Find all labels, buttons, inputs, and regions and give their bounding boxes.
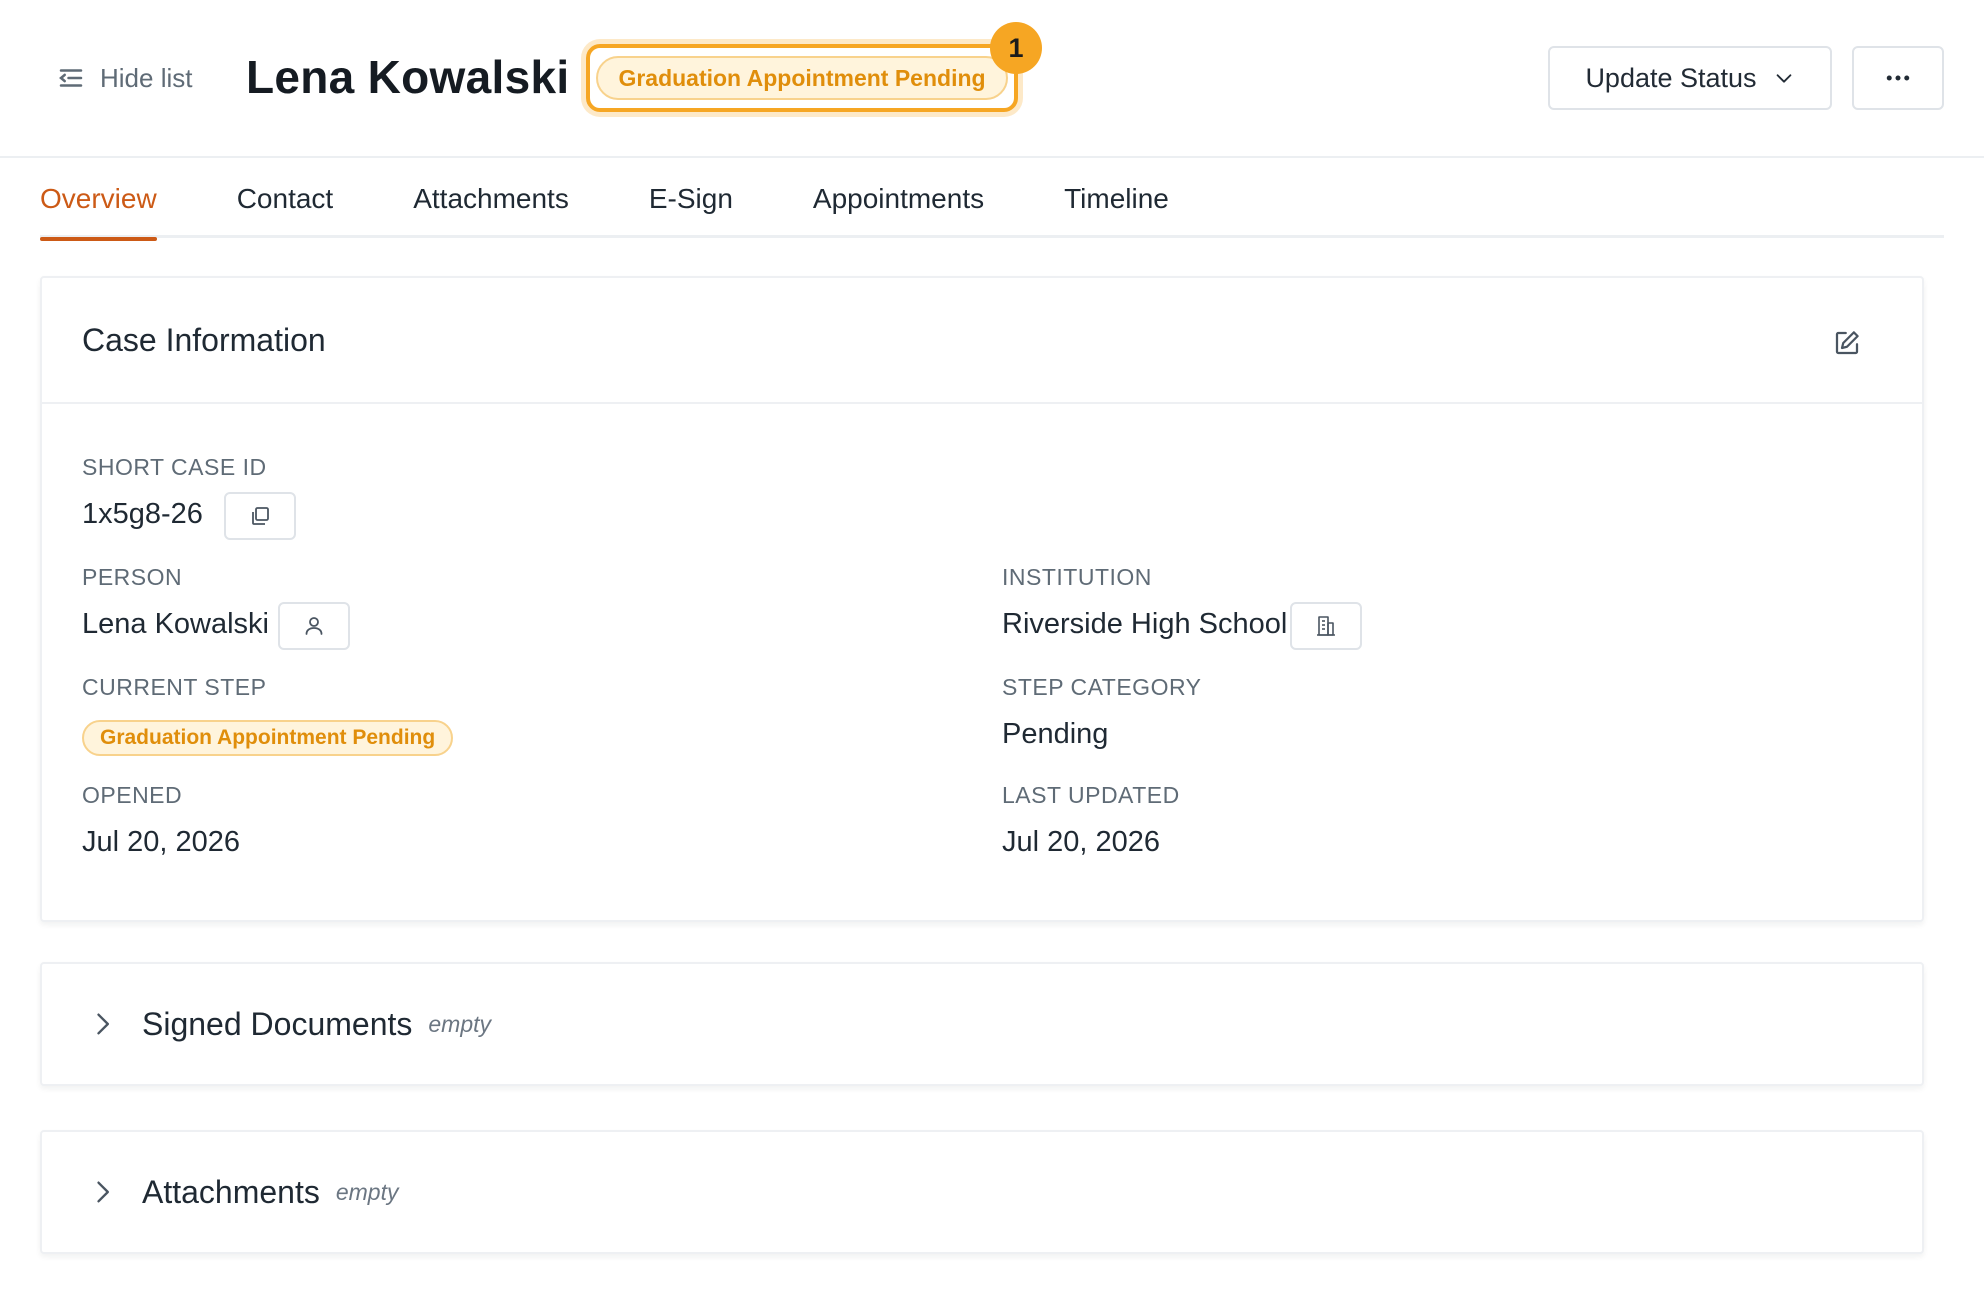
- chevron-right-icon: [97, 1181, 110, 1203]
- signed-documents-title: Signed Documents: [142, 1005, 413, 1042]
- ellipsis-icon: [1886, 75, 1910, 81]
- tab-appointments[interactable]: Appointments: [813, 160, 984, 238]
- tab-timeline[interactable]: Timeline: [1064, 160, 1169, 238]
- list-collapse-icon: [59, 69, 83, 87]
- opened-value: Jul 20, 2026: [82, 826, 241, 858]
- building-icon: [1317, 616, 1335, 636]
- current-step-badge: Graduation Appointment Pending: [82, 720, 454, 756]
- attachments-section[interactable]: Attachments empty: [40, 1130, 1924, 1254]
- signed-documents-empty-label: empty: [428, 1010, 492, 1037]
- institution-value: Riverside High School: [1002, 608, 1288, 640]
- short-case-id-label: SHORT CASE ID: [82, 454, 267, 480]
- update-status-label: Update Status: [1585, 62, 1757, 93]
- notification-count-badge: 1: [990, 22, 1042, 74]
- page-title: Lena Kowalski: [246, 51, 570, 103]
- attachments-empty-label: empty: [335, 1178, 399, 1205]
- last-updated-value: Jul 20, 2026: [1002, 826, 1161, 858]
- chevron-down-icon: [1776, 74, 1791, 83]
- hide-list-button[interactable]: Hide list: [56, 58, 192, 98]
- last-updated-label: LAST UPDATED: [1002, 782, 1180, 808]
- more-actions-button[interactable]: [1852, 46, 1944, 110]
- header-status-badge: Graduation Appointment Pending: [596, 56, 1008, 100]
- view-person-button[interactable]: [278, 602, 350, 650]
- tab-attachments[interactable]: Attachments: [413, 160, 569, 238]
- person-label: PERSON: [82, 564, 183, 590]
- tab-overview[interactable]: Overview: [40, 160, 157, 241]
- case-information-title: Case Information: [82, 321, 326, 358]
- case-information-card: Case Information SHORT CASE ID 1x5g8-26 …: [40, 276, 1924, 922]
- copy-icon: [252, 507, 269, 525]
- person-value: Lena Kowalski: [82, 608, 269, 640]
- opened-label: OPENED: [82, 782, 183, 808]
- institution-label: INSTITUTION: [1002, 564, 1152, 590]
- hide-list-label: Hide list: [100, 62, 193, 93]
- tab-e-sign[interactable]: E-Sign: [649, 160, 733, 238]
- copy-case-id-button[interactable]: [224, 492, 296, 540]
- tab-contact[interactable]: Contact: [237, 160, 334, 238]
- step-category-value: Pending: [1002, 718, 1109, 750]
- update-status-button[interactable]: Update Status: [1548, 46, 1832, 110]
- step-category-label: STEP CATEGORY: [1002, 674, 1202, 700]
- header-status-badge-highlight[interactable]: Graduation Appointment Pending: [586, 44, 1018, 112]
- view-institution-button[interactable]: [1290, 602, 1362, 650]
- case-information-header: Case Information: [42, 278, 1922, 404]
- chevron-right-icon: [97, 1013, 110, 1035]
- short-case-id-value: 1x5g8-26: [82, 498, 203, 530]
- tab-bar: Overview Contact Attachments E-Sign Appo…: [40, 160, 1944, 241]
- signed-documents-section[interactable]: Signed Documents empty: [40, 962, 1924, 1086]
- user-icon: [305, 617, 323, 635]
- edit-icon[interactable]: [1832, 328, 1862, 358]
- attachments-title: Attachments: [142, 1173, 320, 1210]
- page-header: Hide list Lena Kowalski Graduation Appoi…: [0, 0, 1984, 158]
- current-step-label: CURRENT STEP: [82, 674, 267, 700]
